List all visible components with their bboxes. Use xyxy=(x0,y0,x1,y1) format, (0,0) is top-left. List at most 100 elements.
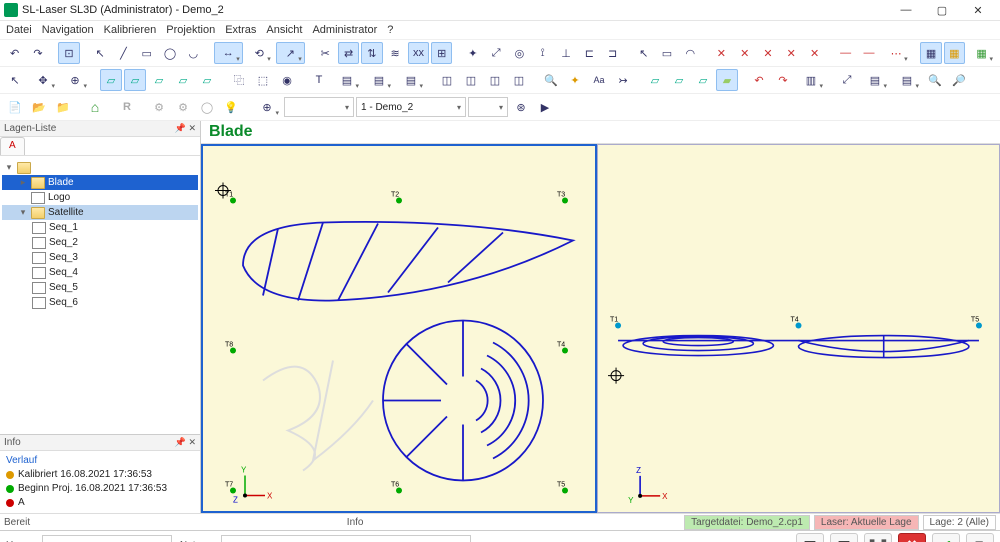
t2-move-icon[interactable]: ✥ xyxy=(28,69,58,91)
t2-d2-icon[interactable]: ▤ xyxy=(892,69,922,91)
layer-tree[interactable]: ▾ ▸Blade Logo ▾Satellite Seq_1 Seq_2 Seq… xyxy=(0,156,200,434)
t3-gear2-icon[interactable]: ⚙ xyxy=(172,96,194,118)
tool-dash3-icon[interactable]: ⋯ xyxy=(882,42,911,64)
tree-seq-1[interactable]: Seq_1 xyxy=(2,220,198,235)
t2-cursor-icon[interactable]: ⬚ xyxy=(252,69,274,91)
t3-save-icon[interactable]: 📁 xyxy=(52,96,74,118)
t2-redo2-icon[interactable]: ↷ xyxy=(772,69,794,91)
pin-icon[interactable]: 📌 ✕ xyxy=(175,123,196,134)
t2-b1-icon[interactable]: ◫ xyxy=(436,69,458,91)
menu-extras[interactable]: Extras xyxy=(225,24,256,36)
t2-layer1-icon[interactable]: ▱ xyxy=(100,69,122,91)
t2-text-icon[interactable]: T xyxy=(308,69,330,91)
t2-b3-icon[interactable]: ◫ xyxy=(484,69,506,91)
viewport-left[interactable]: T1 T2 T3 T4 T5 T6 T7 T8 xyxy=(201,144,597,513)
tree-seq-5[interactable]: Seq_5 xyxy=(2,280,198,295)
tool-view3-icon[interactable]: ▦ xyxy=(967,42,996,64)
tree-seq-6[interactable]: Seq_6 xyxy=(2,295,198,310)
tool-view1-icon[interactable]: ▦ xyxy=(920,42,941,64)
tree-root[interactable]: ▾ xyxy=(2,160,198,175)
t2-sphere-icon[interactable]: ◉ xyxy=(276,69,298,91)
footer-screens-button[interactable]: ⧉ xyxy=(966,533,994,542)
t2-g4-icon[interactable]: ▰ xyxy=(716,69,738,91)
t3-home-icon[interactable]: ⌂ xyxy=(84,96,106,118)
t2-b2-icon[interactable]: ◫ xyxy=(460,69,482,91)
notes-input[interactable] xyxy=(221,535,471,542)
user-input[interactable] xyxy=(42,535,172,542)
menu-administrator[interactable]: Administrator xyxy=(312,24,377,36)
tool-pointer-icon[interactable]: ↖ xyxy=(89,42,110,64)
menu-ansicht[interactable]: Ansicht xyxy=(266,24,302,36)
tool-line-icon[interactable]: ╱ xyxy=(113,42,134,64)
tool-mirror-h-icon[interactable]: ⇄ xyxy=(338,42,359,64)
t3-open-icon[interactable]: 📂 xyxy=(28,96,50,118)
t2-zoomout-icon[interactable]: 🔎 xyxy=(948,69,970,91)
tool-sel-lasso-icon[interactable]: ◠ xyxy=(680,42,701,64)
tool-t6-icon[interactable]: ⊏ xyxy=(579,42,600,64)
tool-sel-box-icon[interactable]: ▭ xyxy=(656,42,677,64)
t3-bulb-icon[interactable]: 💡 xyxy=(220,96,242,118)
t3-combo3[interactable] xyxy=(468,97,508,117)
tool-snap-icon[interactable]: ⊡ xyxy=(58,42,79,64)
t2-a2-icon[interactable]: ▤ xyxy=(364,69,394,91)
t3-combo-file[interactable]: 1 - Demo_2 xyxy=(356,97,466,117)
tree-item-logo[interactable]: Logo xyxy=(2,190,198,205)
tree-item-satellite[interactable]: ▾Satellite xyxy=(2,205,198,220)
tool-scale-icon[interactable]: ↗ xyxy=(276,42,305,64)
footer-btn-2[interactable]: ▥ xyxy=(830,533,858,542)
info-verlauf[interactable]: Verlauf xyxy=(6,454,194,468)
tool-x4-icon[interactable]: ✕ xyxy=(781,42,802,64)
t2-a3-icon[interactable]: ▤ xyxy=(396,69,426,91)
tool-offset-icon[interactable]: ≋ xyxy=(385,42,406,64)
tool-x5-icon[interactable]: ✕ xyxy=(804,42,825,64)
tool-t5-icon[interactable]: ⊥ xyxy=(555,42,576,64)
t2-pointer-icon[interactable]: ↖ xyxy=(4,69,26,91)
t2-rotate-icon[interactable]: ⊕ xyxy=(60,69,90,91)
viewport-right[interactable]: T1 T4 T5 xyxy=(597,144,1000,513)
t2-g1-icon[interactable]: ▱ xyxy=(644,69,666,91)
tool-x3-icon[interactable]: ✕ xyxy=(757,42,778,64)
tool-t3-icon[interactable]: ◎ xyxy=(509,42,530,64)
footer-btn-1[interactable]: ▥ xyxy=(796,533,824,542)
t2-copy-icon[interactable]: ⿻ xyxy=(228,69,250,91)
tool-x2-icon[interactable]: ✕ xyxy=(734,42,755,64)
tool-move-icon[interactable]: ↔ xyxy=(214,42,243,64)
menu-kalibrieren[interactable]: Kalibrieren xyxy=(104,24,157,36)
window-maximize[interactable]: ▢ xyxy=(924,0,960,20)
t3-new-icon[interactable]: 📄 xyxy=(4,96,26,118)
t2-aa-icon[interactable]: Aa xyxy=(588,69,610,91)
info-pin-icon[interactable]: 📌 ✕ xyxy=(175,437,196,448)
tree-item-blade[interactable]: ▸Blade xyxy=(2,175,198,190)
t3-combo1[interactable] xyxy=(284,97,354,117)
t2-layer4-icon[interactable]: ▱ xyxy=(172,69,194,91)
tool-rotate-icon[interactable]: ⟲ xyxy=(245,42,274,64)
tool-dash1-icon[interactable]: — xyxy=(835,42,856,64)
tool-view2-icon[interactable]: ▦ xyxy=(944,42,965,64)
tool-arc-icon[interactable]: ◡ xyxy=(183,42,204,64)
footer-pause-button[interactable]: ❚❚ xyxy=(864,533,892,542)
t2-layer2-icon[interactable]: ▱ xyxy=(124,69,146,91)
window-minimize[interactable]: — xyxy=(888,0,924,20)
tool-text-icon[interactable]: xx xyxy=(408,42,429,64)
t2-undo2-icon[interactable]: ↶ xyxy=(748,69,770,91)
tree-seq-4[interactable]: Seq_4 xyxy=(2,265,198,280)
tool-align-icon[interactable]: ⊞ xyxy=(431,42,452,64)
tool-x1-icon[interactable]: ✕ xyxy=(711,42,732,64)
t2-c1-icon[interactable]: ▥ xyxy=(796,69,826,91)
footer-ok-button[interactable]: ✔ xyxy=(932,533,960,542)
tool-t4-icon[interactable]: ⟟ xyxy=(532,42,553,64)
t2-find-icon[interactable]: 🔍 xyxy=(540,69,562,91)
tool-t1-icon[interactable]: ✦ xyxy=(462,42,483,64)
footer-stop-button[interactable]: ✖ xyxy=(898,533,926,542)
t3-globe-icon[interactable]: ◯ xyxy=(196,96,218,118)
t2-layer5-icon[interactable]: ▱ xyxy=(196,69,218,91)
menu-projektion[interactable]: Projektion xyxy=(166,24,215,36)
t3-gear1-icon[interactable]: ⚙ xyxy=(148,96,170,118)
window-close[interactable]: ✕ xyxy=(960,0,996,20)
tool-sel-arrow-icon[interactable]: ↖ xyxy=(633,42,654,64)
tool-dash2-icon[interactable]: — xyxy=(858,42,879,64)
t3-refresh-icon[interactable]: ⊛ xyxy=(510,96,532,118)
t2-zoom-icon[interactable]: 🔍 xyxy=(924,69,946,91)
tool-trim-icon[interactable]: ✂ xyxy=(315,42,336,64)
tool-rect-icon[interactable]: ▭ xyxy=(136,42,157,64)
